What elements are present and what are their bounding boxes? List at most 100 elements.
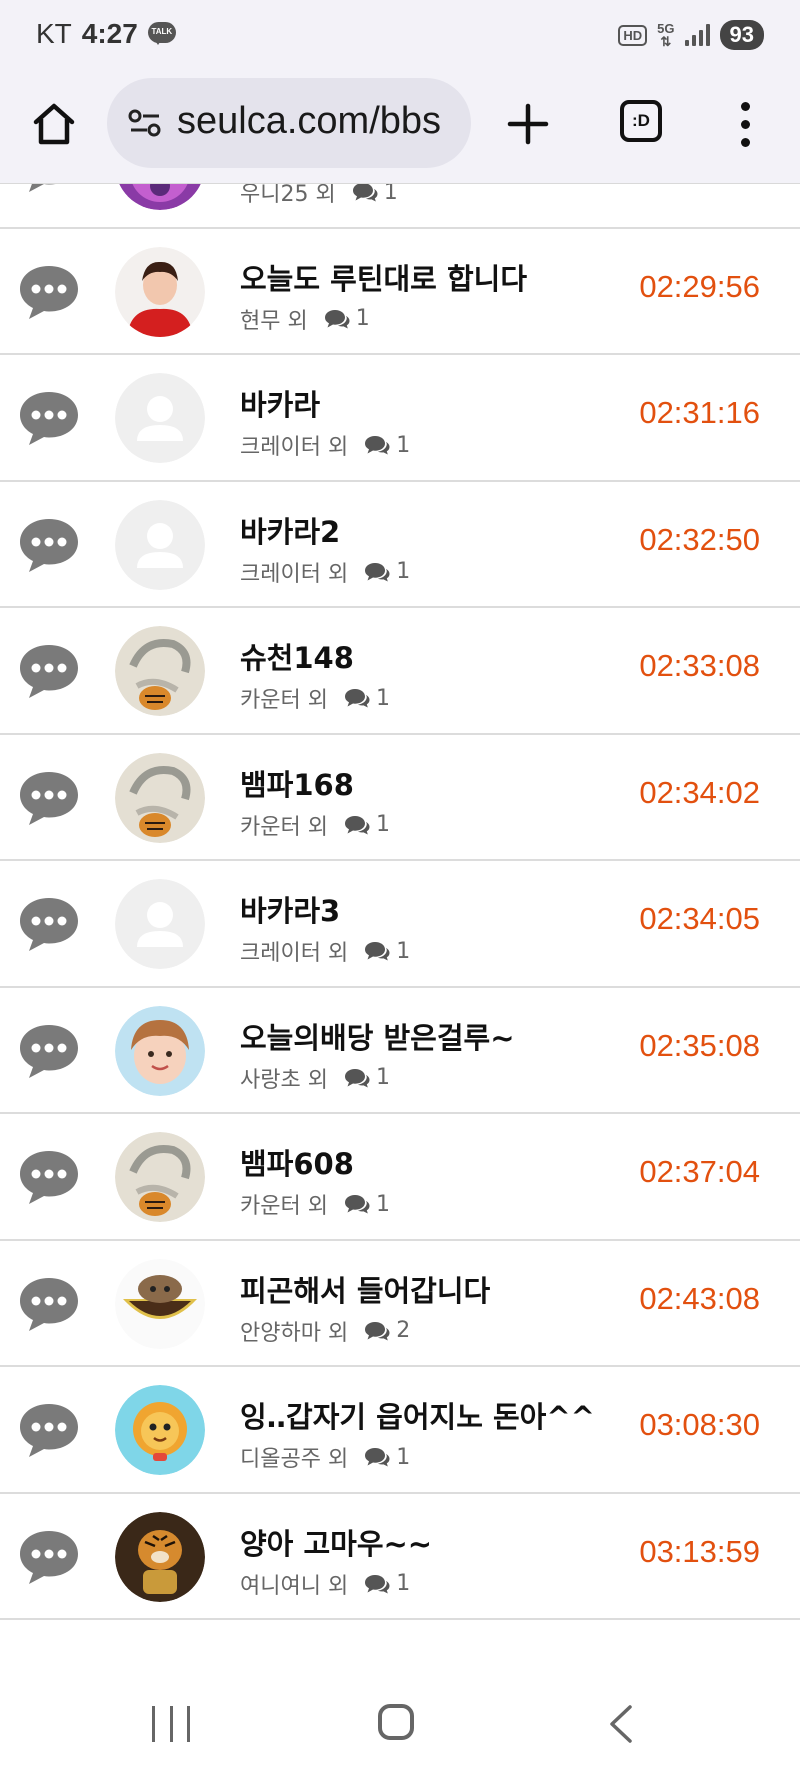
chat-bubble-icon <box>16 1274 82 1334</box>
avatar[interactable] <box>115 1511 205 1602</box>
avatar[interactable] <box>115 1132 205 1222</box>
avatar[interactable] <box>115 373 205 463</box>
post-list: 출석 체크 ~!!우니25 외102:22:35 오늘도 루틴대로 합니다현무 외… <box>0 184 800 1664</box>
post-meta: 카운터 외 1 <box>240 809 390 841</box>
post-title[interactable]: 슈천148 <box>240 635 354 677</box>
post-meta: 크레이터 외 1 <box>240 935 410 967</box>
post-time: 02:33:08 <box>639 648 760 683</box>
nav-home-icon[interactable] <box>378 1704 414 1740</box>
tab-switcher-button[interactable]: :D <box>620 100 662 142</box>
more-menu-icon[interactable] <box>732 100 760 148</box>
chat-bubble-icon <box>16 1400 82 1460</box>
network-label: 5G <box>657 21 675 36</box>
post-list-inner: 출석 체크 ~!!우니25 외102:22:35 오늘도 루틴대로 합니다현무 외… <box>0 184 800 1620</box>
post-title[interactable]: 뱀파608 <box>240 1141 354 1183</box>
list-item[interactable]: 오늘도 루틴대로 합니다 현무 외 1 02:29:56 <box>0 229 800 355</box>
url-text[interactable]: seulca.com/bbs <box>177 100 441 143</box>
comment-count: 1 <box>383 184 398 205</box>
comment-count: 1 <box>396 1571 411 1596</box>
list-item[interactable]: 바카라2 크레이터 외 1 02:32:50 <box>0 482 800 608</box>
list-item[interactable]: 뱀파168 카운터 외 1 02:34:02 <box>0 735 800 861</box>
post-meta: 사랑초 외 1 <box>240 1062 390 1094</box>
post-author: 카운터 외 <box>240 1194 328 1219</box>
post-meta: 현무 외 1 <box>240 303 370 335</box>
post-meta: 우니25 외 1 <box>240 184 398 208</box>
recent-apps-icon[interactable] <box>152 1706 190 1742</box>
post-title[interactable]: 잉‥갑자기 읍어지노 돈아^^ <box>240 1394 595 1436</box>
post-meta: 안양하마 외 2 <box>240 1315 410 1347</box>
comment-icon <box>364 434 390 456</box>
avatar[interactable] <box>115 184 205 210</box>
site-settings-icon[interactable] <box>127 108 163 138</box>
home-icon[interactable] <box>30 100 78 148</box>
comment-icon <box>344 1193 370 1215</box>
battery-indicator: 93 <box>719 20 764 50</box>
comment-count: 2 <box>396 1318 411 1343</box>
comment-count: 1 <box>396 559 411 584</box>
avatar[interactable] <box>115 246 205 337</box>
comment-count: 1 <box>396 938 411 964</box>
post-time: 02:31:16 <box>639 395 760 430</box>
post-meta: 디올공주 외 1 <box>240 1441 410 1473</box>
post-author: 카운터 외 <box>240 688 328 713</box>
post-time: 02:32:50 <box>639 521 760 557</box>
new-tab-icon[interactable] <box>504 100 552 148</box>
avatar[interactable] <box>115 752 205 843</box>
avatar[interactable] <box>115 1385 205 1475</box>
post-meta: 카운터 외 1 <box>240 1188 390 1220</box>
list-item[interactable]: 양아 고마우~~ 여니여니 외 1 03:13:59 <box>0 1494 800 1620</box>
hd-voice-icon: HD <box>618 24 648 46</box>
network-5g-icon: 5G ⇅ <box>657 21 675 49</box>
avatar[interactable] <box>115 626 205 716</box>
list-item[interactable]: 출석 체크 ~!!우니25 외102:22:35 <box>0 184 800 229</box>
comment-icon <box>344 1067 370 1089</box>
comment-icon <box>344 687 370 709</box>
list-item[interactable]: 뱀파608 카운터 외 1 02:37:04 <box>0 1114 800 1241</box>
back-icon[interactable] <box>606 1704 636 1744</box>
list-item[interactable]: 바카라3 크레이터 외 1 02:34:05 <box>0 861 800 988</box>
post-author: 크레이터 외 <box>240 435 349 460</box>
post-meta: 카운터 외 1 <box>240 682 390 714</box>
post-time: 03:08:30 <box>639 1407 760 1442</box>
comment-count: 1 <box>375 685 390 711</box>
post-title[interactable]: 뱀파168 <box>240 762 354 804</box>
avatar[interactable] <box>115 499 205 590</box>
list-item[interactable]: 피곤해서 들어갑니다 안양하마 외 2 02:43:08 <box>0 1241 800 1367</box>
list-item[interactable]: 오늘의배당 받은걸루~ 사랑초 외 1 02:35:08 <box>0 988 800 1114</box>
post-title[interactable]: 바카라2 <box>240 509 340 551</box>
chat-bubble-icon <box>16 1147 82 1207</box>
comment-icon <box>352 184 378 203</box>
post-title[interactable]: 오늘도 루틴대로 합니다 <box>240 256 527 298</box>
post-author: 크레이터 외 <box>240 941 349 966</box>
comment-count: 1 <box>375 812 390 837</box>
comment-icon <box>364 1320 390 1342</box>
comment-count: 1 <box>396 1444 411 1470</box>
post-time: 02:35:08 <box>639 1027 760 1063</box>
talk-badge-label: TALK <box>151 27 173 36</box>
comment-icon <box>344 814 370 836</box>
comment-count: 1 <box>375 1191 390 1217</box>
post-title[interactable]: 오늘의배당 받은걸루~ <box>240 1015 515 1057</box>
avatar[interactable] <box>115 1005 205 1096</box>
chat-bubble-icon <box>16 768 82 828</box>
comment-icon <box>364 1573 390 1595</box>
post-time: 03:13:59 <box>639 1533 760 1569</box>
post-meta: 여니여니 외 1 <box>240 1568 410 1600</box>
list-item[interactable]: 바카라 크레이터 외 1 02:31:16 <box>0 355 800 482</box>
list-item[interactable]: 슈천148 카운터 외 1 02:33:08 <box>0 608 800 735</box>
kakaotalk-notification-icon: TALK <box>147 22 176 46</box>
comment-icon <box>324 308 350 330</box>
chat-bubble-icon <box>16 388 82 448</box>
post-title[interactable]: 양아 고마우~~ <box>240 1521 432 1563</box>
avatar[interactable] <box>115 879 205 969</box>
post-title[interactable]: 바카라 <box>240 382 320 424</box>
address-bar[interactable]: seulca.com/bbs <box>107 78 471 168</box>
post-title[interactable]: 피곤해서 들어갑니다 <box>240 1268 490 1310</box>
list-item[interactable]: 잉‥갑자기 읍어지노 돈아^^ 디올공주 외 1 03:08:30 <box>0 1367 800 1494</box>
avatar[interactable] <box>115 1258 205 1349</box>
chat-bubble-icon <box>16 262 82 322</box>
status-left: KT 4:27 TALK <box>36 18 176 50</box>
chat-bubble-icon <box>16 515 82 575</box>
post-title[interactable]: 바카라3 <box>240 888 340 930</box>
post-time: 02:37:04 <box>639 1154 760 1189</box>
